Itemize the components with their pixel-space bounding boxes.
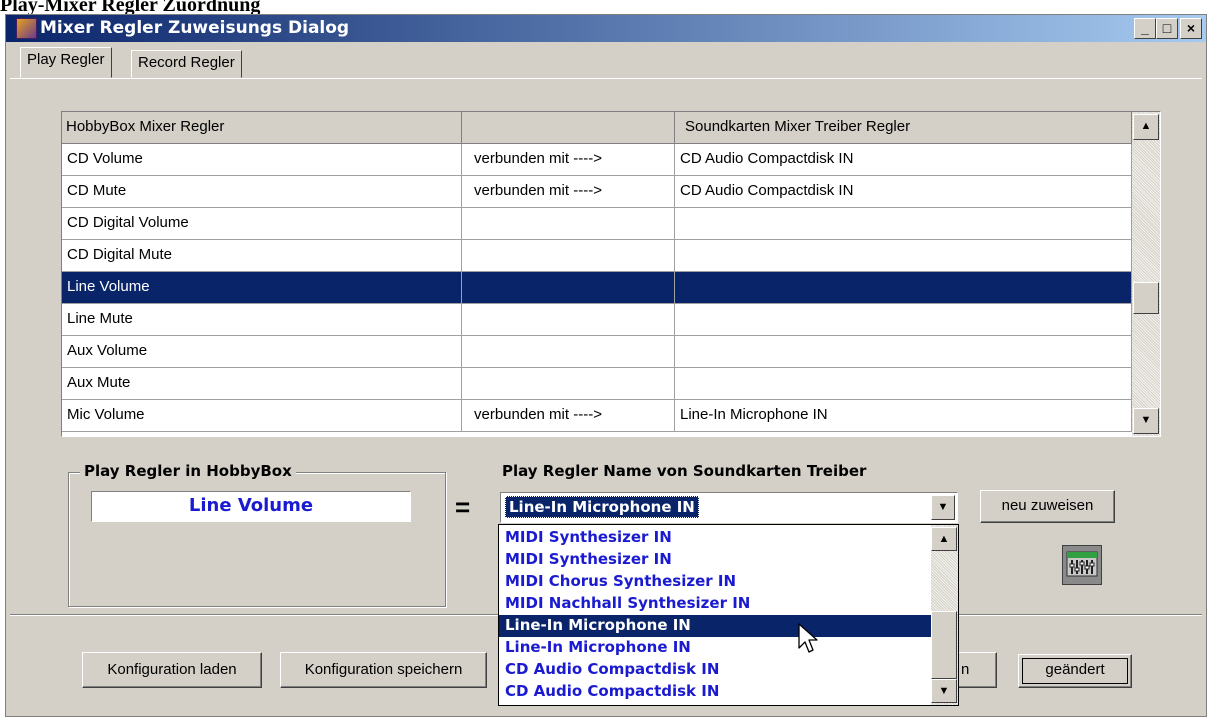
- cell-link[interactable]: [462, 208, 675, 240]
- cell-driver[interactable]: [675, 208, 1132, 240]
- cell-driver[interactable]: CD Audio Compactdisk IN: [675, 144, 1132, 176]
- maximize-button[interactable]: □: [1156, 18, 1178, 39]
- close-button[interactable]: ×: [1180, 18, 1202, 39]
- cell-link[interactable]: verbunden mit ---->: [462, 144, 675, 176]
- equals-sign: =: [455, 492, 471, 522]
- table-row[interactable]: Line Mute: [62, 304, 1132, 336]
- column-header-hobbybox[interactable]: HobbyBox Mixer Regler: [62, 112, 462, 144]
- dropdown-scrollbar[interactable]: ▲ ▼: [931, 525, 958, 705]
- cell-link[interactable]: [462, 368, 675, 400]
- neu-zuweisen-button[interactable]: neu zuweisen: [980, 490, 1115, 523]
- combo-dropdown-button[interactable]: ▼: [931, 495, 955, 520]
- table-row[interactable]: Line Volume: [62, 272, 1132, 304]
- dropdown-option[interactable]: CD Audio Compactdisk IN: [499, 681, 931, 703]
- table-row[interactable]: Mic Volume verbunden mit ----> Line-In Mic…: [62, 400, 1132, 432]
- dropdown-option[interactable]: MIDI Chorus Synthesizer IN: [499, 571, 931, 593]
- dropdown-option[interactable]: MIDI Synthesizer IN: [499, 549, 931, 571]
- dropdown-option[interactable]: Line-In Microphone IN: [499, 615, 931, 637]
- cell-link[interactable]: verbunden mit ---->: [462, 176, 675, 208]
- tab-record-regler[interactable]: Record Regler: [131, 50, 242, 78]
- chevron-down-icon: ▼: [937, 501, 949, 513]
- column-header-link[interactable]: [462, 112, 675, 144]
- mixer-console-icon[interactable]: [1062, 545, 1102, 585]
- table-row[interactable]: CD Volume verbunden mit ----> CD Audio Com…: [62, 144, 1132, 176]
- driver-regler-dropdown-list[interactable]: MIDI Synthesizer IN MIDI Synthesizer IN MI…: [498, 524, 959, 706]
- play-regler-group-label: Play Regler in HobbyBox: [80, 462, 296, 480]
- cell-hobbybox[interactable]: CD Volume: [62, 144, 462, 176]
- konfiguration-laden-button[interactable]: Konfiguration laden: [82, 652, 262, 688]
- cell-hobbybox[interactable]: Aux Volume: [62, 336, 462, 368]
- dropdown-scroll-up-button[interactable]: ▲: [931, 527, 957, 551]
- cell-link[interactable]: [462, 304, 675, 336]
- cell-driver[interactable]: CD Audio Compactdisk IN: [675, 176, 1132, 208]
- cell-hobbybox[interactable]: Line Mute: [62, 304, 462, 336]
- cell-hobbybox[interactable]: CD Digital Volume: [62, 208, 462, 240]
- mapping-grid[interactable]: HobbyBox Mixer Regler Soundkarten Mixer …: [61, 111, 1161, 437]
- cell-link[interactable]: verbunden mit ---->: [462, 400, 675, 432]
- window-title: Mixer Regler Zuweisungs Dialog: [40, 18, 350, 38]
- dropdown-option[interactable]: CD Audio Compactdisk IN: [499, 659, 931, 681]
- scroll-thumb[interactable]: [1133, 282, 1159, 314]
- dropdown-option[interactable]: Line-In Microphone IN: [499, 637, 931, 659]
- cell-link[interactable]: [462, 336, 675, 368]
- konfiguration-speichern-button[interactable]: Konfiguration speichern: [280, 652, 487, 688]
- cell-hobbybox[interactable]: Mic Volume: [62, 400, 462, 432]
- driver-regler-label: Play Regler Name von Soundkarten Treiber: [502, 462, 867, 480]
- cell-driver[interactable]: [675, 304, 1132, 336]
- combo-selected-value[interactable]: Line-In Microphone IN: [505, 496, 699, 518]
- tab-play-regler[interactable]: Play Regler: [20, 47, 112, 78]
- table-row[interactable]: Aux Mute: [62, 368, 1132, 400]
- grid-scrollbar[interactable]: ▲ ▼: [1132, 112, 1160, 436]
- dropdown-scroll-thumb[interactable]: [931, 611, 957, 679]
- cell-hobbybox[interactable]: Line Volume: [62, 272, 462, 304]
- table-row[interactable]: CD Mute verbunden mit ----> CD Audio Compa…: [62, 176, 1132, 208]
- cell-driver[interactable]: [675, 368, 1132, 400]
- cell-hobbybox[interactable]: CD Mute: [62, 176, 462, 208]
- dropdown-option[interactable]: MIDI Nachhall Synthesizer IN: [499, 593, 931, 615]
- mouse-pointer-icon: [797, 622, 819, 656]
- geaendert-button[interactable]: geändert: [1018, 654, 1132, 688]
- table-row[interactable]: CD Digital Mute: [62, 240, 1132, 272]
- dropdown-option[interactable]: MIDI Synthesizer IN: [499, 527, 931, 549]
- cell-link[interactable]: [462, 272, 675, 304]
- cell-hobbybox[interactable]: CD Digital Mute: [62, 240, 462, 272]
- cell-driver[interactable]: [675, 272, 1132, 304]
- dropdown-scroll-down-button[interactable]: ▼: [931, 679, 957, 703]
- cell-link[interactable]: [462, 240, 675, 272]
- table-row[interactable]: Aux Volume: [62, 336, 1132, 368]
- mixer-app-icon[interactable]: [16, 18, 37, 39]
- column-header-driver[interactable]: Soundkarten Mixer Treiber Regler: [675, 112, 1132, 144]
- cell-hobbybox[interactable]: Aux Mute: [62, 368, 462, 400]
- scroll-down-button[interactable]: ▼: [1133, 408, 1159, 434]
- table-row[interactable]: CD Digital Volume: [62, 208, 1132, 240]
- driver-regler-combo[interactable]: Line-In Microphone IN ▼: [500, 492, 958, 523]
- scroll-up-button[interactable]: ▲: [1133, 114, 1159, 140]
- hobbybox-regler-value: Line Volume: [91, 491, 411, 522]
- cell-driver[interactable]: [675, 240, 1132, 272]
- title-bar[interactable]: Mixer Regler Zuweisungs Dialog _ □ ×: [6, 15, 1206, 42]
- cell-driver[interactable]: Line-In Microphone IN: [675, 400, 1132, 432]
- cell-driver[interactable]: [675, 336, 1132, 368]
- minimize-button[interactable]: _: [1134, 18, 1156, 39]
